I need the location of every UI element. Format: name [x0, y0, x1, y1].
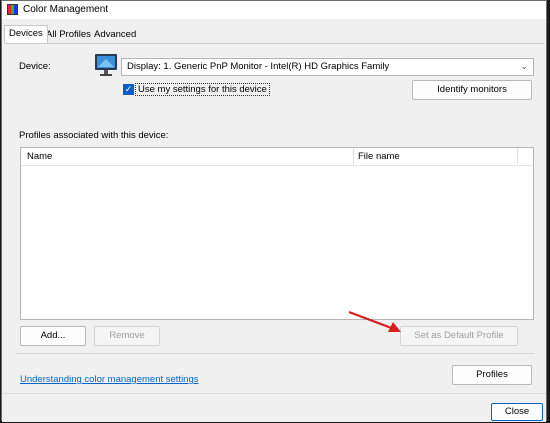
tab-devices[interactable]: Devices [4, 25, 48, 43]
column-header-file-name[interactable]: File name [358, 151, 400, 162]
window-title: Color Management [23, 4, 109, 15]
profiles-button[interactable]: Profiles [452, 365, 532, 385]
identify-monitors-button[interactable]: Identify monitors [412, 80, 532, 100]
use-my-settings-checkbox[interactable]: ✓ [123, 84, 134, 95]
device-label: Device: [19, 61, 51, 72]
header-divider [21, 165, 533, 166]
set-default-profile-button[interactable]: Set as Default Profile [400, 326, 518, 346]
annotation-arrow-icon [348, 310, 401, 332]
remove-profile-button[interactable]: Remove [94, 326, 160, 346]
color-management-window: Color Management Devices All Profiles Ad… [1, 0, 547, 422]
monitor-icon [95, 54, 117, 76]
profiles-table[interactable]: Name File name [20, 147, 534, 320]
dialog-footer: Close [2, 393, 546, 422]
column-header-name[interactable]: Name [27, 151, 52, 162]
tab-strip: Devices All Profiles Advanced [2, 25, 546, 43]
column-divider[interactable] [517, 148, 518, 166]
column-divider[interactable] [353, 148, 354, 166]
device-select-value: Display: 1. Generic PnP Monitor - Intel(… [127, 61, 390, 72]
use-my-settings-label[interactable]: Use my settings for this device [135, 83, 270, 96]
tab-all-profiles[interactable]: All Profiles [42, 27, 95, 43]
chevron-down-icon: ⌄ [520, 61, 528, 71]
color-management-app-icon [7, 4, 18, 15]
profiles-section-label: Profiles associated with this device: [19, 130, 169, 141]
help-link[interactable]: Understanding color management settings [20, 374, 199, 385]
close-button[interactable]: Close [491, 403, 543, 421]
tab-advanced[interactable]: Advanced [90, 27, 140, 43]
section-divider [16, 353, 534, 354]
device-select[interactable]: Display: 1. Generic PnP Monitor - Intel(… [121, 58, 534, 76]
title-bar: Color Management [2, 1, 546, 19]
add-profile-button[interactable]: Add... [20, 326, 86, 346]
